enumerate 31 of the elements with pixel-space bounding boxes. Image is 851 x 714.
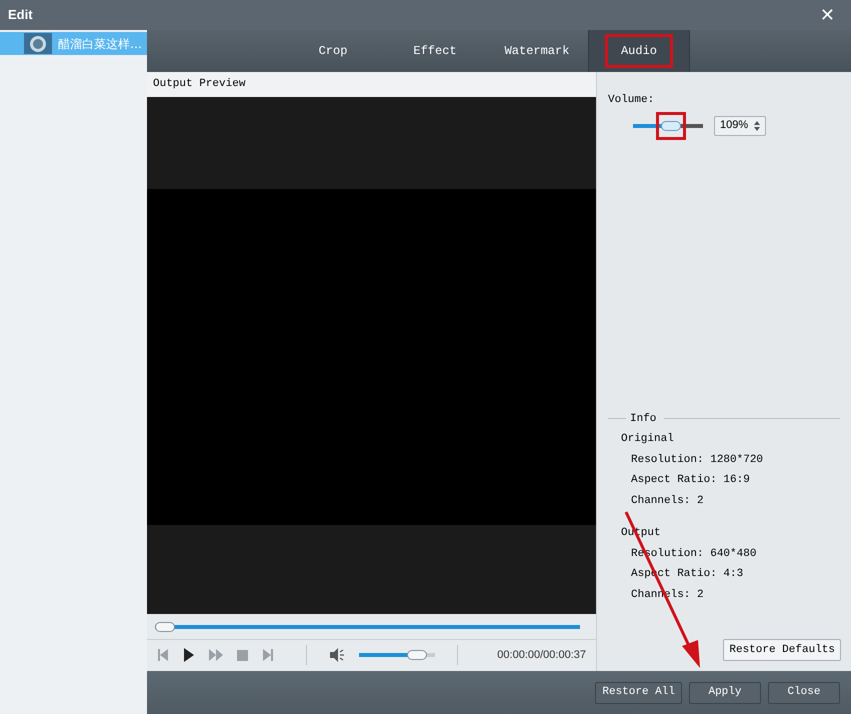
info-line: Resolution: 1280*720 bbox=[630, 452, 764, 468]
spin-arrows-icon[interactable] bbox=[754, 120, 760, 130]
group-title: Original bbox=[621, 432, 675, 447]
window-title: Edit bbox=[8, 6, 33, 24]
info-line: Aspect Ratio: 16:9 bbox=[630, 473, 751, 488]
fast-forward-icon[interactable] bbox=[209, 649, 223, 661]
close-button[interactable]: Close bbox=[768, 682, 840, 704]
info-line: Channels: 2 bbox=[630, 494, 705, 508]
close-button[interactable]: ✕ bbox=[820, 2, 835, 28]
apply-button[interactable]: Apply bbox=[689, 682, 761, 704]
time-display: 00:00:00/00:00:37 bbox=[497, 648, 586, 663]
restore-defaults-button[interactable]: Restore Defaults bbox=[723, 639, 841, 661]
volume-spinbox[interactable]: 109% bbox=[714, 116, 766, 136]
stop-icon[interactable] bbox=[237, 650, 248, 660]
volume-label: Volume: bbox=[608, 93, 656, 108]
slider-thumb[interactable] bbox=[406, 650, 427, 660]
video-thumbnail-icon bbox=[24, 33, 52, 54]
tab[interactable]: Effect bbox=[384, 30, 486, 72]
tab[interactable]: Audio bbox=[588, 30, 690, 72]
slider-thumb[interactable] bbox=[660, 120, 680, 130]
skip-back-icon[interactable] bbox=[157, 648, 169, 662]
section-title: Info bbox=[630, 412, 656, 426]
play-icon[interactable] bbox=[183, 648, 195, 662]
volume-slider[interactable] bbox=[359, 649, 435, 661]
tab[interactable]: Crop bbox=[282, 30, 384, 72]
tab[interactable]: Watermark bbox=[486, 30, 588, 72]
skip-forward-icon[interactable] bbox=[262, 648, 274, 662]
speaker-icon[interactable] bbox=[329, 648, 345, 662]
restore-all-button[interactable]: Restore All bbox=[595, 682, 682, 704]
panel-title: Output Preview bbox=[147, 72, 596, 97]
slider-thumb[interactable] bbox=[155, 622, 175, 632]
